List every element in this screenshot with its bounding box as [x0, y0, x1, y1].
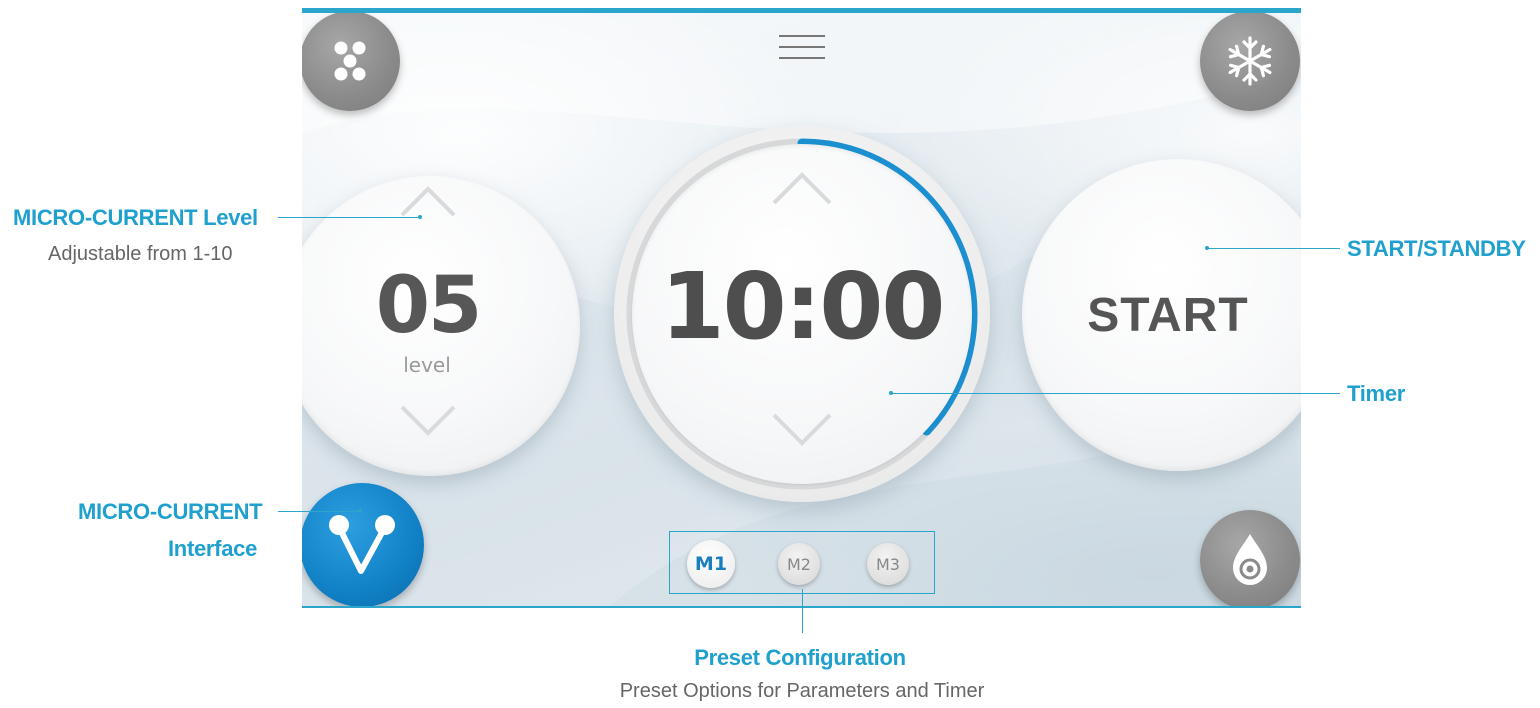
device-screen: 05 level 10:00 START M1 M2 M3: [302, 8, 1301, 608]
interface-callout-line: [278, 511, 360, 512]
interface-annotation-line2: Interface: [168, 536, 258, 561]
level-unit-label: level: [403, 353, 451, 377]
level-down-chevron-icon[interactable]: [398, 403, 458, 439]
level-annotation-title: MICRO-CURRENT Level: [13, 205, 258, 230]
timer-value: 10:00: [660, 253, 946, 360]
preset-label: M1: [694, 553, 728, 575]
timer-annotation-title: Timer: [1347, 381, 1406, 406]
preset-annotation-title: Preset Configuration: [694, 645, 906, 670]
start-callout-dot: [1205, 246, 1209, 250]
timer-up-chevron-icon[interactable]: [770, 169, 834, 207]
micro-current-button[interactable]: [302, 483, 424, 606]
preset-label: M3: [876, 554, 900, 574]
preset-group: M1 M2 M3: [669, 531, 935, 594]
timer-callout-line: [892, 393, 1340, 394]
menu-icon[interactable]: [779, 32, 825, 62]
preset-label: M2: [787, 554, 811, 574]
modes-button[interactable]: [302, 13, 400, 111]
start-label: START: [1087, 288, 1249, 342]
level-value: 05: [375, 261, 483, 351]
timer-down-chevron-icon[interactable]: [770, 411, 834, 449]
water-drop-icon: [1233, 534, 1267, 585]
preset-annotation-subtitle: Preset Options for Parameters and Timer: [619, 680, 985, 702]
start-callout-line: [1208, 248, 1340, 249]
micro-current-icon: [329, 515, 395, 574]
level-callout-dot: [418, 215, 422, 219]
start-annotation-title: START/STANDBY: [1347, 236, 1526, 261]
preset-m3-button[interactable]: M3: [867, 543, 909, 585]
level-up-chevron-icon[interactable]: [398, 183, 458, 219]
timer-callout-dot: [889, 391, 893, 395]
preset-callout-line: [802, 589, 803, 633]
preset-m1-button[interactable]: M1: [687, 540, 735, 588]
interface-callout-dot: [358, 509, 362, 513]
level-callout-line: [278, 217, 418, 218]
interface-annotation-line1: MICRO-CURRENT: [78, 499, 263, 524]
level-annotation-subtitle: Adjustable from 1-10: [48, 243, 233, 265]
cooling-button[interactable]: [1200, 13, 1300, 111]
snowflake-icon: [1228, 36, 1272, 86]
preset-m2-button[interactable]: M2: [778, 543, 820, 585]
dots-icon: [334, 41, 366, 81]
hydration-button[interactable]: [1200, 510, 1300, 606]
